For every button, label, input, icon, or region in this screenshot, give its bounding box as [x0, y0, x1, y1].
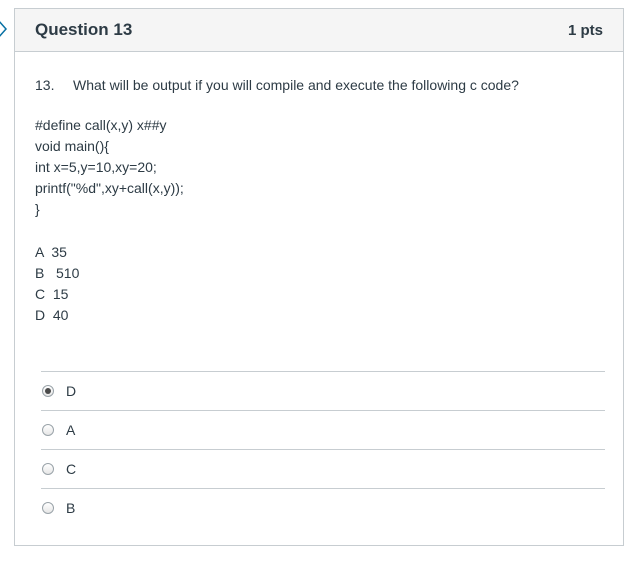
answer-list: D A C B: [41, 371, 605, 527]
answer-label: A: [66, 422, 76, 438]
question-card: Question 13 1 pts 13. What will be outpu…: [14, 8, 624, 546]
answer-label: D: [66, 383, 77, 399]
code-line: }: [35, 201, 40, 217]
code-line: void main(){: [35, 138, 109, 154]
choice-line: A 35: [35, 244, 67, 260]
choice-line: B 510: [35, 265, 80, 281]
answer-option-c[interactable]: C: [41, 449, 605, 488]
answer-option-d[interactable]: D: [41, 371, 605, 410]
question-points: 1 pts: [567, 21, 603, 39]
choice-list: A 35 B 510 C 15 D 40: [35, 242, 603, 326]
radio-button[interactable]: [42, 385, 54, 397]
answer-option-a[interactable]: A: [41, 410, 605, 449]
radio-button[interactable]: [42, 463, 54, 475]
radio-button[interactable]: [42, 502, 54, 514]
code-line: #define call(x,y) x##y: [35, 117, 167, 133]
question-number: 13.: [35, 77, 55, 93]
code-block: #define call(x,y) x##y void main(){ int …: [35, 115, 603, 220]
radio-button[interactable]: [42, 424, 54, 436]
code-line: int x=5,y=10,xy=20;: [35, 159, 157, 175]
chevron-right-icon[interactable]: [0, 18, 8, 40]
answer-option-b[interactable]: B: [41, 488, 605, 527]
code-line: printf("%d",xy+call(x,y));: [35, 180, 184, 196]
question-header: Question 13 1 pts: [15, 9, 623, 52]
question-text: 13. What will be output if you will comp…: [35, 77, 603, 93]
answer-label: B: [66, 500, 76, 516]
question-title: Question 13: [35, 20, 133, 39]
question-prompt: What will be output if you will compile …: [73, 77, 519, 93]
choice-line: D 40: [35, 307, 69, 323]
question-body: 13. What will be output if you will comp…: [15, 77, 623, 326]
choice-line: C 15: [35, 286, 69, 302]
answer-label: C: [66, 461, 77, 477]
